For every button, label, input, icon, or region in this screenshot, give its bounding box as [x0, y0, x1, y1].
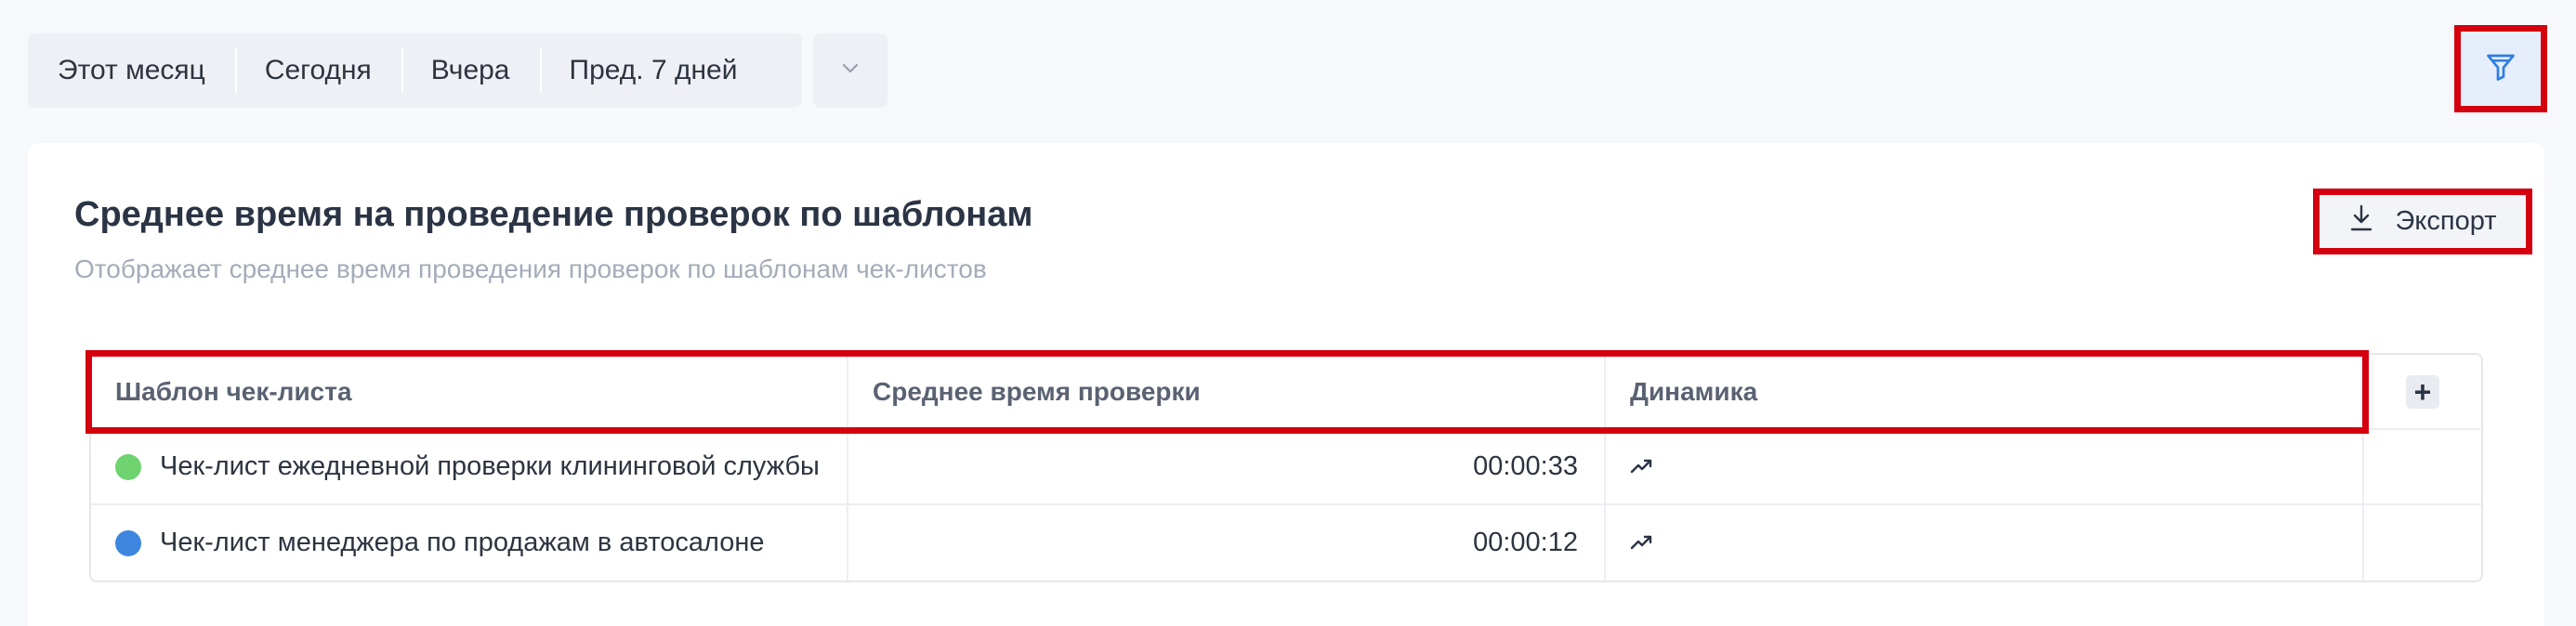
add-column-button[interactable]: +	[2406, 374, 2439, 409]
table-row[interactable]: Чек-лист ежедневной проверки клининговой…	[91, 430, 2481, 505]
template-cell: Чек-лист менеджера по продажам в автосал…	[91, 505, 848, 580]
template-name: Чек-лист ежедневной проверки клининговой…	[160, 451, 820, 481]
plus-icon: +	[2413, 374, 2432, 409]
trend-up-icon[interactable]	[1630, 528, 1654, 558]
template-name: Чек-лист менеджера по продажам в автосал…	[160, 528, 765, 557]
export-label: Экспорт	[2395, 206, 2497, 236]
empty-cell	[2364, 505, 2481, 580]
filter-icon	[2484, 50, 2517, 88]
period-yesterday[interactable]: Вчера	[401, 33, 540, 108]
dynamics-cell	[1606, 430, 2364, 503]
period-this-month[interactable]: Этот месяц	[28, 33, 235, 108]
chevron-down-icon	[841, 62, 860, 79]
template-color-dot	[115, 453, 141, 480]
export-button[interactable]: Экспорт	[2313, 189, 2532, 254]
dynamics-cell	[1606, 505, 2364, 580]
column-header-avg-time[interactable]: Среднее время проверки	[848, 355, 1606, 428]
download-icon	[2349, 204, 2373, 240]
column-header-template[interactable]: Шаблон чек-листа	[91, 355, 848, 428]
table-row[interactable]: Чек-лист менеджера по продажам в автосал…	[91, 505, 2481, 580]
empty-cell	[2364, 430, 2481, 503]
avg-time-cell: 00:00:12	[848, 505, 1606, 580]
avg-time-cell: 00:00:33	[848, 430, 1606, 503]
template-cell: Чек-лист ежедневной проверки клининговой…	[91, 430, 848, 503]
period-more-button[interactable]	[813, 33, 887, 108]
period-selector: Этот месяц Сегодня Вчера Пред. 7 дней	[28, 33, 802, 108]
templates-table: Шаблон чек-листа Среднее время проверки …	[89, 353, 2483, 582]
filter-button[interactable]	[2454, 25, 2547, 112]
report-card: Среднее время на проведение проверок по …	[28, 143, 2544, 626]
table-header-row: Шаблон чек-листа Среднее время проверки …	[91, 355, 2481, 430]
trend-up-icon[interactable]	[1630, 451, 1654, 482]
report-subtitle: Отображает среднее время проведения пров…	[74, 254, 987, 283]
report-title: Среднее время на проведение проверок по …	[74, 195, 1033, 234]
add-column-cell: +	[2364, 355, 2481, 428]
period-last-7-days[interactable]: Пред. 7 дней	[539, 33, 768, 108]
template-color-dot	[115, 529, 141, 556]
column-header-dynamics[interactable]: Динамика	[1606, 355, 2364, 428]
period-today[interactable]: Сегодня	[234, 33, 401, 108]
